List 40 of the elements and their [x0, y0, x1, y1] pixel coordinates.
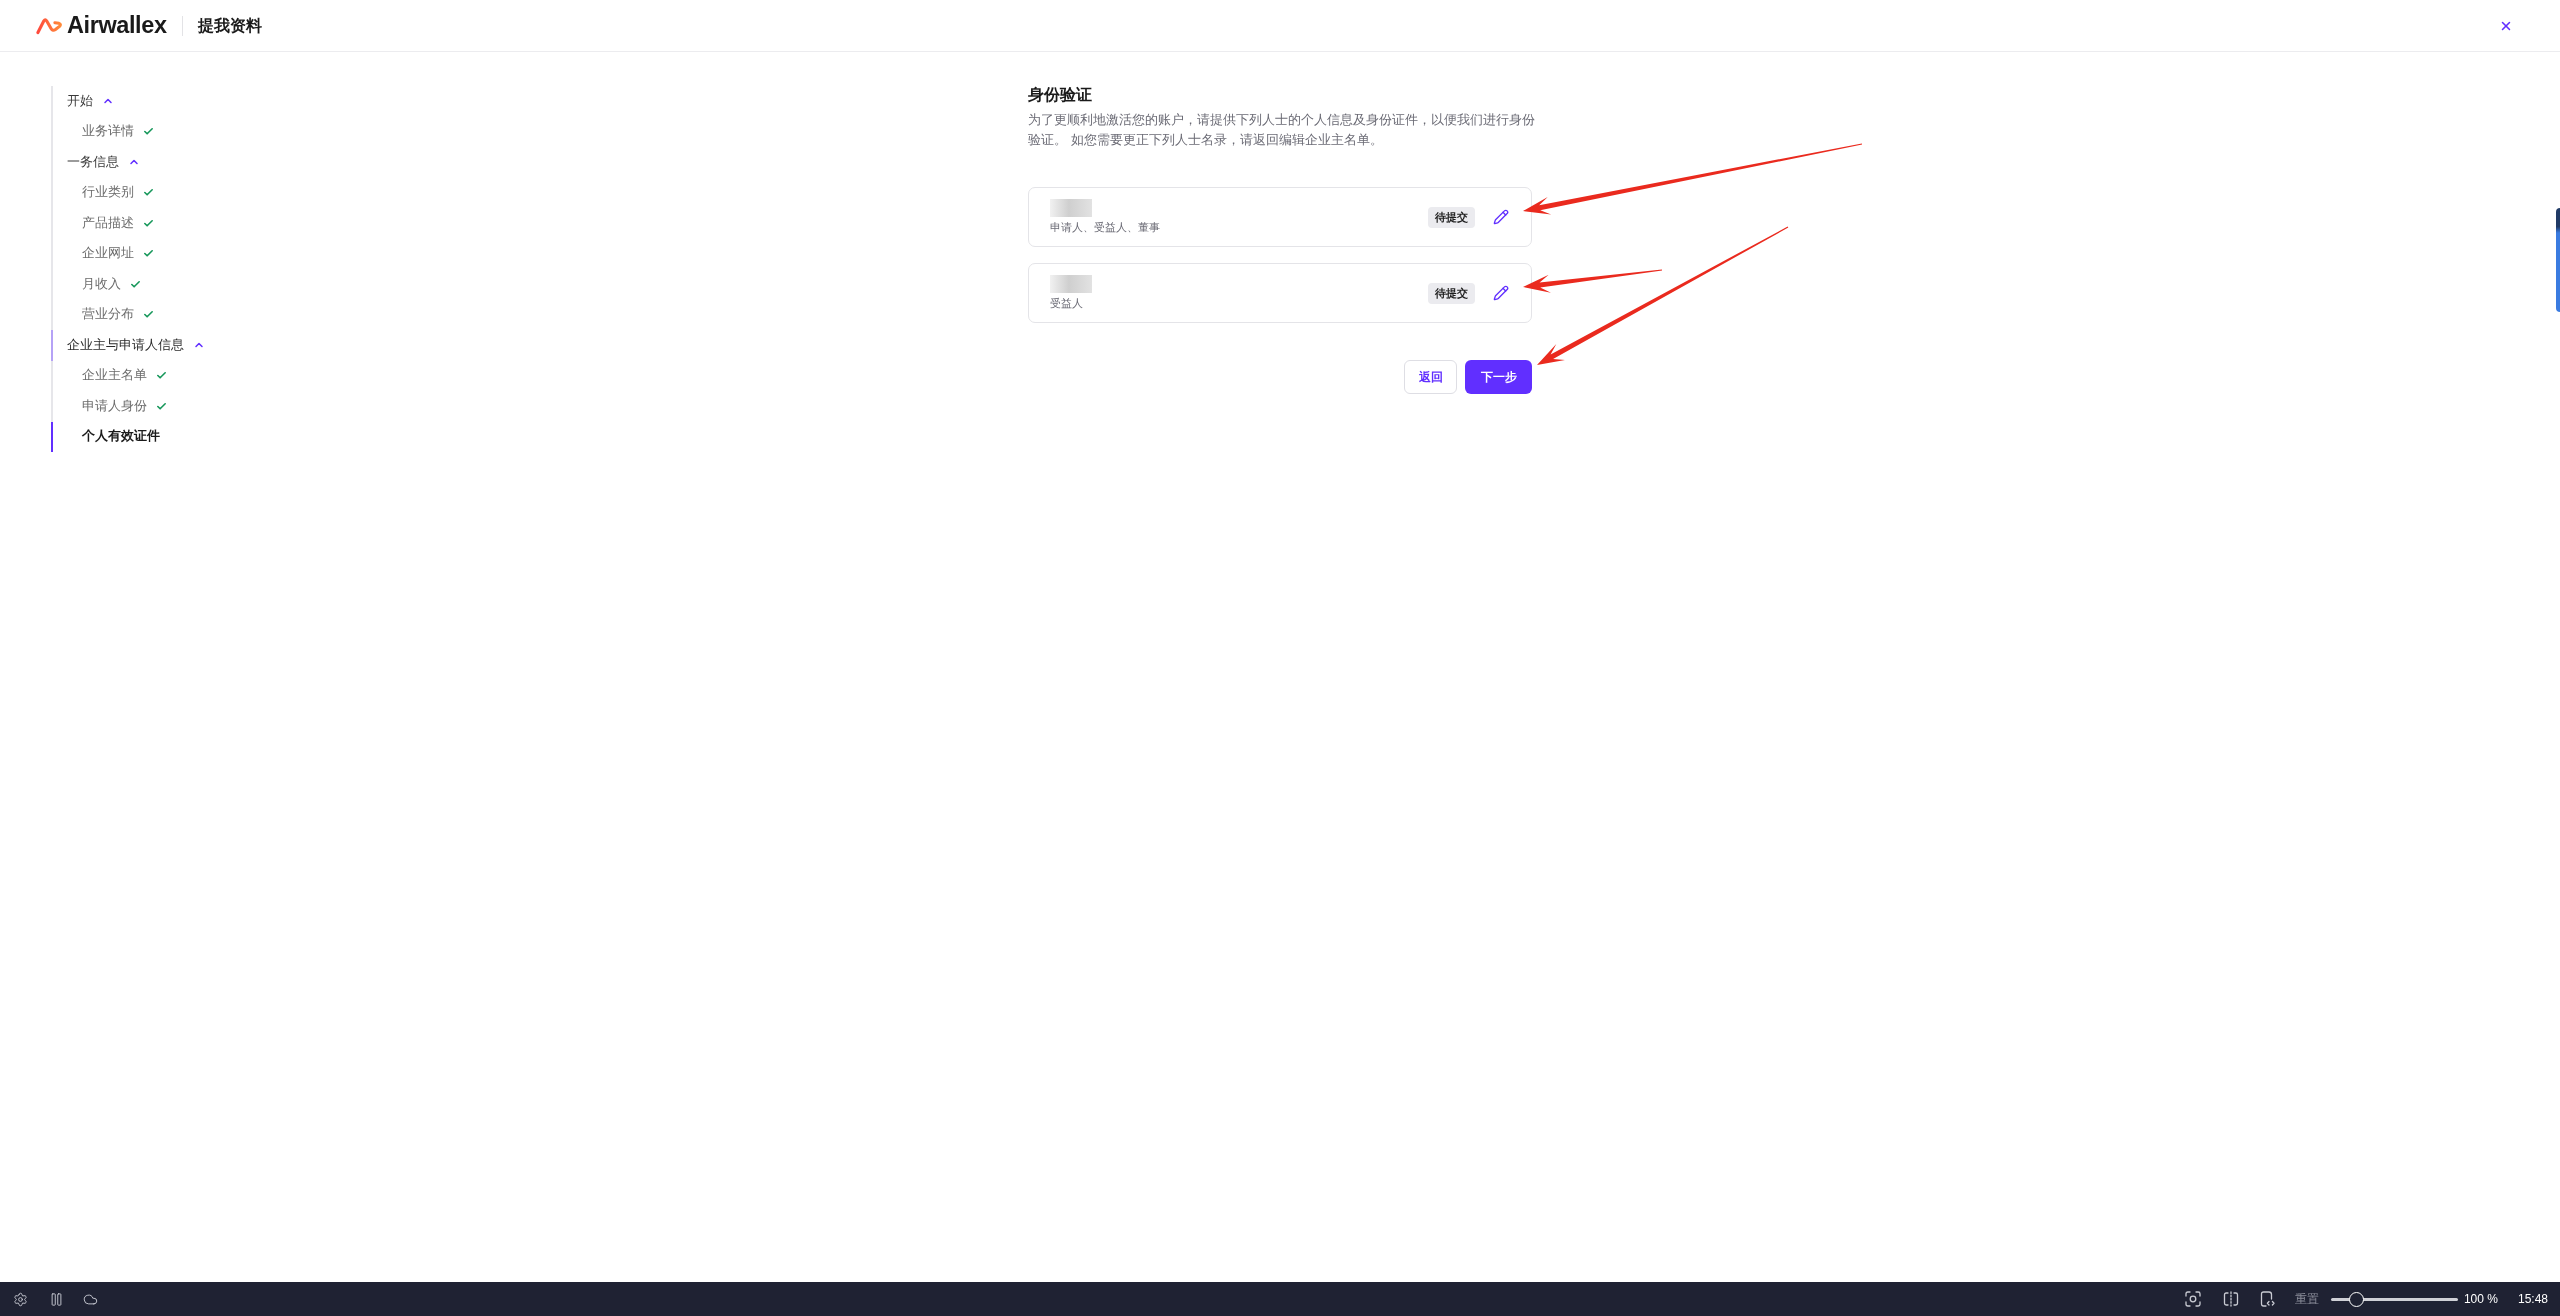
- logo-text: Airwallex: [67, 13, 167, 38]
- sidebar-item[interactable]: 产品描述: [51, 208, 158, 239]
- scan-icon[interactable]: [2184, 1291, 2201, 1307]
- person-roles: 申请人、受益人、董事: [1050, 220, 1160, 235]
- slider-thumb[interactable]: [2348, 1291, 2364, 1307]
- status-badge: 待提交: [1428, 206, 1475, 228]
- sidebar-section[interactable]: 企业主与申请人信息: [51, 330, 209, 361]
- reset-label[interactable]: 重置: [2294, 1290, 2319, 1308]
- side-panel-tab[interactable]: [2556, 208, 2560, 312]
- edit-button[interactable]: [1493, 209, 1509, 225]
- pencil-icon: [1493, 285, 1509, 301]
- person-roles: 受益人: [1050, 296, 1083, 311]
- cloud-icon[interactable]: [83, 1291, 98, 1307]
- next-button[interactable]: 下一步: [1465, 360, 1532, 394]
- pencil-icon: [1493, 209, 1509, 225]
- sidebar-item[interactable]: 企业网址: [51, 238, 158, 269]
- back-button[interactable]: 返回: [1404, 360, 1457, 394]
- sidebar-item[interactable]: 月收入: [51, 269, 145, 300]
- sidebar-item[interactable]: 申请人身份: [51, 391, 171, 422]
- sidebar-item[interactable]: 企业主名单: [51, 360, 171, 391]
- sidebar-section[interactable]: 一务信息: [51, 147, 144, 178]
- pause-icon[interactable]: [49, 1291, 64, 1307]
- sidebar-item[interactable]: 行业类别: [51, 177, 158, 208]
- redacted-name: [1050, 199, 1092, 217]
- sidebar-item[interactable]: 营业分布: [51, 299, 158, 330]
- sidebar-item[interactable]: 个人有效证件: [51, 421, 164, 452]
- sidebar-item[interactable]: 业务详情: [51, 116, 158, 147]
- page-title: 提我资料: [197, 15, 262, 36]
- tablet-code-icon[interactable]: [2258, 1291, 2275, 1307]
- zoom-reading: 100 %: [2463, 1291, 2498, 1308]
- status-badge: 待提交: [1428, 282, 1475, 304]
- section-title: 身份验证: [1028, 85, 1093, 105]
- settings-icon[interactable]: [13, 1291, 28, 1307]
- split-view-icon[interactable]: [2222, 1291, 2239, 1307]
- logo-mark-icon: [36, 16, 63, 35]
- sidebar-section[interactable]: 开始: [51, 86, 118, 117]
- redacted-name: [1050, 275, 1092, 293]
- edit-button[interactable]: [1493, 285, 1509, 301]
- clock: 15:48: [2517, 1291, 2548, 1308]
- description-text: 为了更顺利地激活您的账户，请提供下列人士的个人信息及身份证件，以便我们进行身份验证。 如您需要更正下列人士名录，请返回编辑企业主名单。: [1028, 111, 1536, 149]
